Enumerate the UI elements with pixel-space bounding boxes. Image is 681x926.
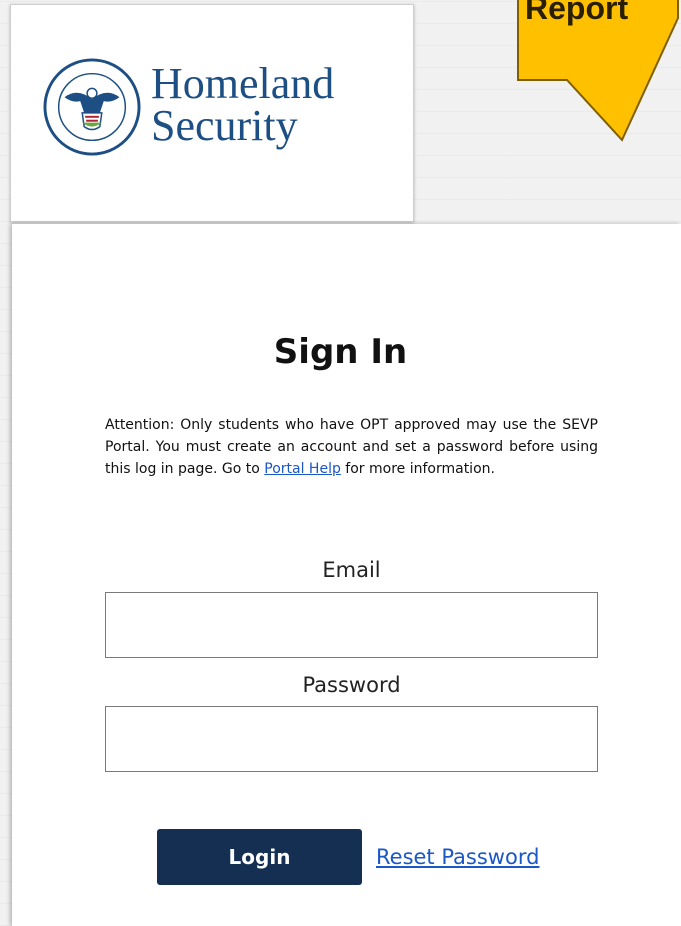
dhs-seal-icon [43, 58, 141, 156]
dhs-wordmark: Homeland Security [151, 59, 335, 150]
email-label: Email [322, 558, 381, 582]
attention-notice: Attention: Only students who have OPT ap… [105, 414, 598, 480]
wordmark-line-1: Homeland [151, 59, 335, 108]
page-title: Sign In [273, 332, 408, 372]
login-button[interactable]: Login [157, 829, 362, 885]
email-field[interactable] [105, 592, 598, 658]
dhs-logo-card: Homeland Security [10, 4, 414, 222]
reset-password-link[interactable]: Reset Password [376, 845, 539, 869]
password-field[interactable] [105, 706, 598, 772]
portal-help-link[interactable]: Portal Help [264, 461, 341, 477]
password-label: Password [302, 673, 401, 697]
wordmark-line-2: Security [151, 101, 298, 150]
notice-text-end: for more information. [340, 461, 495, 477]
callout-text: Report [525, 0, 629, 26]
